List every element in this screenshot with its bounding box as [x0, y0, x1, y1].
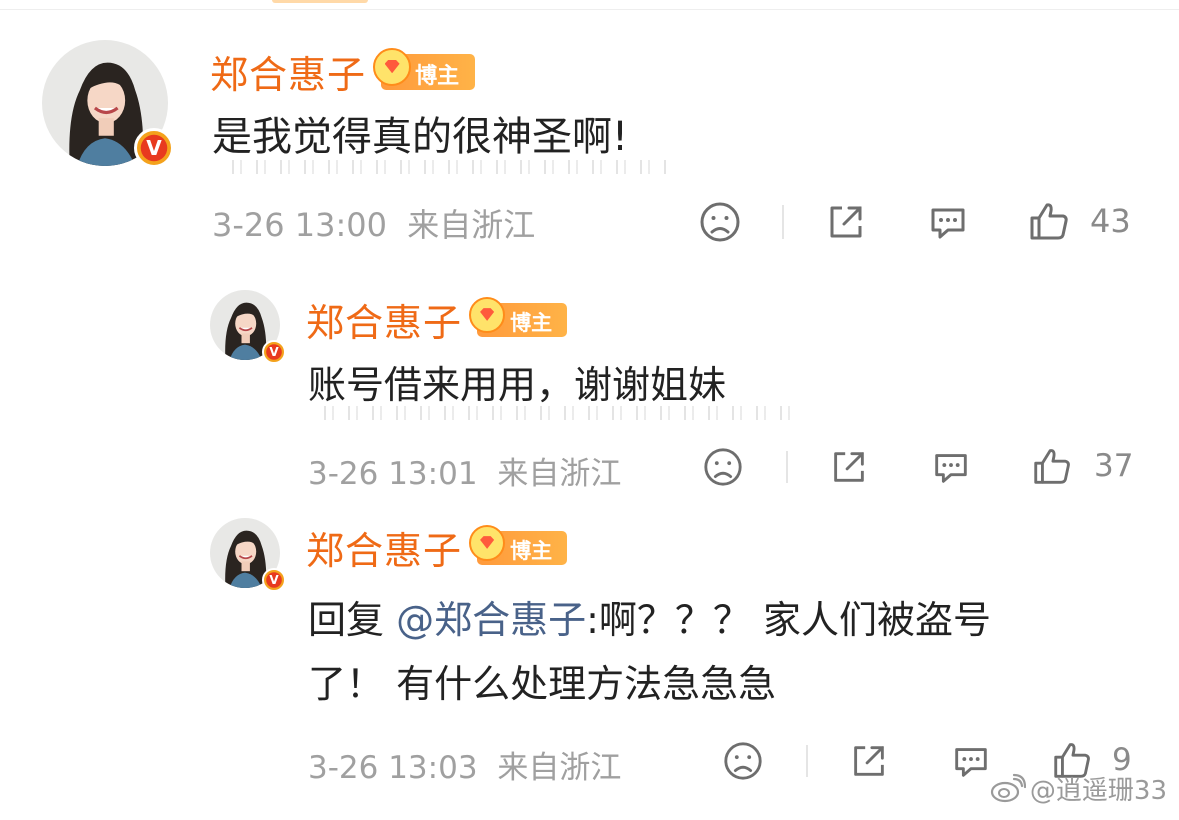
username[interactable]: 郑合惠子 [306, 529, 462, 573]
share-icon [854, 746, 884, 776]
watermark: @逍遥珊33 [990, 770, 1167, 810]
mention-link[interactable]: @郑合惠子 [396, 598, 586, 642]
blogger-badge: 博主 [469, 524, 568, 565]
location: 来自浙江 [497, 750, 622, 786]
divider [806, 745, 808, 777]
weibo-logo-icon [990, 773, 1027, 810]
comment-text: 回复 @郑合惠子:啊？？？ 家人们被盗号 了！ 有什么处理方法急急急 [308, 588, 991, 716]
watermark-text: @逍遥珊33 [1029, 776, 1167, 806]
timestamp: 3-26 13:03 [308, 750, 478, 786]
comment-header: 郑合惠子 博主 [306, 520, 568, 575]
reply-button[interactable] [950, 740, 992, 782]
share-button[interactable] [848, 740, 890, 782]
avatar[interactable]: V [210, 518, 286, 592]
dislike-button[interactable] [722, 740, 764, 782]
comment-icon [955, 748, 987, 777]
verified-badge-icon: V [262, 568, 286, 592]
sad-face-icon [724, 742, 762, 780]
comment-3: V 郑合惠子 博主 回复 @郑合惠子:啊？？？ 家人们被盗号 了！ 有什么处理方… [0, 0, 1179, 820]
comment-meta: 3-26 13:03 来自浙江 [308, 742, 621, 787]
reply-prefix: 回复 [308, 598, 397, 642]
gem-icon [469, 524, 506, 561]
comment-text-body: :啊？？？ 家人们被盗号 [586, 598, 991, 642]
comment-thread: V 郑合惠子 博主 是我觉得真的很神圣啊! 3-26 13:00 来自浙江 43… [0, 0, 1179, 820]
comment-text-line-2: 了！ 有什么处理方法急急急 [308, 662, 777, 706]
comment-text-line-1: 回复 @郑合惠子:啊？？？ 家人们被盗号 [308, 588, 991, 652]
